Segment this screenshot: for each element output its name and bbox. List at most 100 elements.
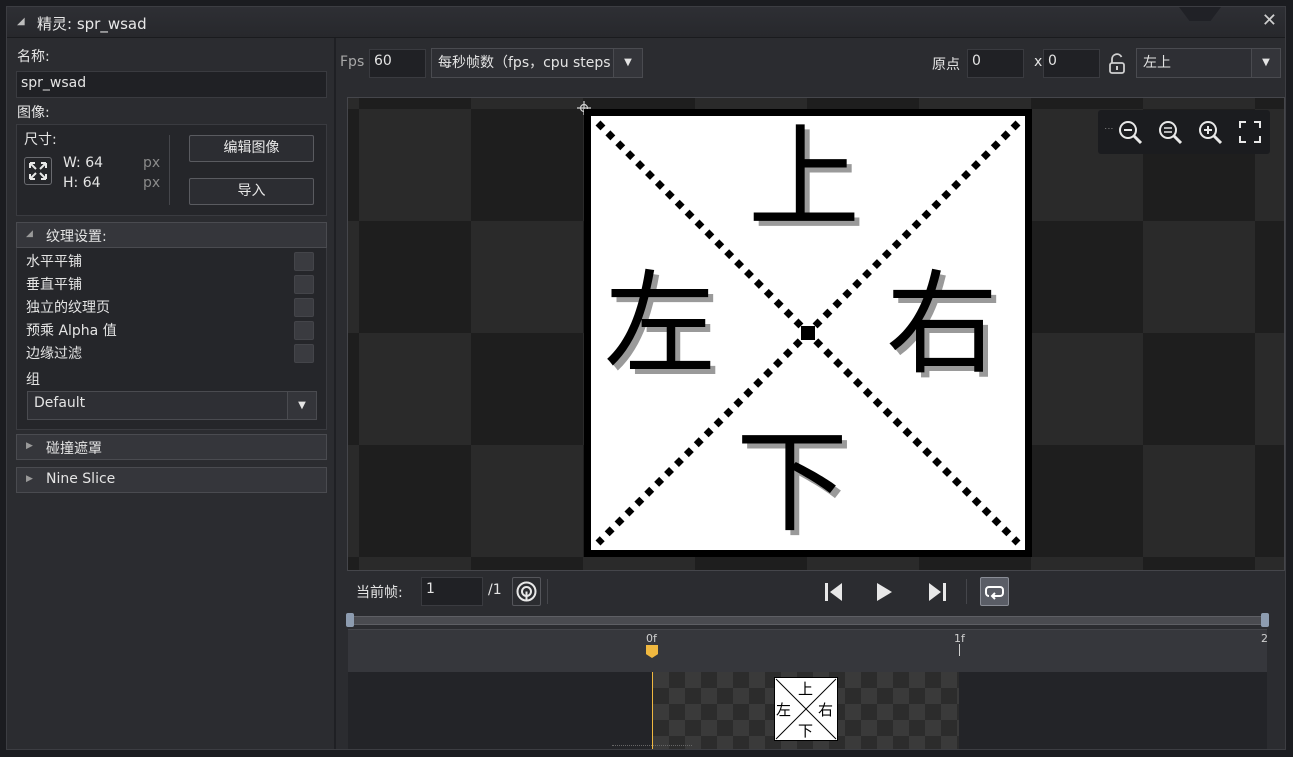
timeline-range-slider[interactable] — [346, 613, 1269, 627]
drag-handle-icon[interactable]: ⋮ — [1103, 124, 1113, 132]
playback-controls: 当前帧: 1 /1 — [339, 574, 1285, 610]
vertical-tile-checkbox[interactable] — [294, 275, 314, 294]
name-label: 名称: — [17, 49, 50, 65]
sprite-canvas[interactable]: 上 左 右 下 ⋮ — [347, 97, 1285, 571]
sprite-text-right: 右 — [886, 260, 998, 390]
timeline-ruler[interactable]: 0f 1f 2 — [348, 629, 1268, 672]
total-frames: /1 — [488, 582, 502, 598]
playhead-icon[interactable] — [646, 645, 658, 658]
origin-x-input[interactable]: 0 — [967, 49, 1024, 78]
group-dropdown[interactable]: Default ▼ — [27, 391, 317, 420]
option-label-horizontal-tile: 水平平铺 — [26, 254, 82, 270]
nine-slice-header[interactable]: ▶ Nine Slice — [16, 467, 327, 493]
unlock-icon[interactable] — [1107, 53, 1127, 75]
divider — [966, 579, 967, 604]
play-icon[interactable] — [872, 580, 896, 604]
sprite-text-bottom: 下 — [736, 418, 848, 548]
texture-settings-body: 水平平铺 垂直平铺 独立的纹理页 预乘 Alpha 值 边缘过滤 组 Defau… — [16, 248, 327, 430]
frame-cell[interactable]: 上 左 右 下 — [653, 672, 959, 749]
sprite-view-area: Fps 60 每秒帧数（fps，cpu steps ▼ 原点 0 x 0 左上 … — [339, 47, 1285, 749]
next-frame-icon[interactable] — [925, 580, 949, 604]
loop-toggle-button[interactable] — [980, 577, 1009, 606]
texture-settings-header[interactable]: ◢ 纹理设置: — [16, 222, 327, 248]
chevron-down-icon: ▼ — [287, 392, 316, 419]
sprite-text-top: 上 — [748, 114, 860, 244]
chevron-down-icon: ▼ — [613, 49, 642, 77]
onion-skin-icon — [516, 581, 537, 602]
premultiply-alpha-checkbox[interactable] — [294, 321, 314, 340]
close-icon[interactable]: ✕ — [1262, 10, 1277, 31]
range-end-handle[interactable] — [1261, 613, 1269, 627]
frame-thumbnail[interactable]: 上 左 右 下 — [774, 677, 838, 741]
loop-icon — [985, 586, 1004, 600]
size-label: 尺寸: — [24, 132, 57, 148]
panel-splitter[interactable] — [334, 38, 336, 749]
width-text: W: 64 — [63, 155, 104, 171]
origin-y-input[interactable]: 0 — [1043, 49, 1100, 78]
origin-label: 原点 — [932, 57, 960, 73]
option-label-vertical-tile: 垂直平铺 — [26, 277, 82, 293]
fit-screen-icon[interactable] — [1236, 118, 1264, 146]
title-notch — [1179, 7, 1221, 21]
collapse-triangle-icon[interactable]: ◢ — [17, 16, 25, 27]
nine-slice-label: Nine Slice — [46, 471, 116, 487]
frame-marker-2: 2 — [1261, 632, 1268, 645]
width-unit: px — [143, 155, 161, 171]
collapsed-triangle-icon: ▶ — [26, 474, 33, 484]
thumb-text-top: 上 — [798, 680, 814, 698]
sprite-text-left: 左 — [604, 260, 716, 390]
origin-preset-value: 左上 — [1143, 55, 1171, 71]
thumb-text-bottom: 下 — [798, 722, 814, 740]
collision-mask-header[interactable]: ▶ 碰撞遮罩 — [16, 434, 327, 460]
previous-frame-icon[interactable] — [822, 580, 846, 604]
height-text: H: 64 — [63, 175, 101, 191]
height-unit: px — [143, 175, 161, 191]
divider — [169, 135, 170, 205]
current-frame-input[interactable]: 1 — [421, 577, 483, 606]
properties-panel: 名称: spr_wsad 图像: 尺寸: W: 64 H: 64 px px 编… — [7, 38, 334, 749]
option-label-separate-texture-page: 独立的纹理页 — [26, 300, 110, 316]
horizontal-tile-checkbox[interactable] — [294, 252, 314, 271]
sprite-image: 上 左 右 下 — [584, 109, 1032, 557]
group-value: Default — [34, 395, 86, 411]
thumb-text-left: 左 — [776, 701, 792, 719]
expanded-triangle-icon: ◢ — [26, 229, 33, 239]
resize-icon[interactable] — [24, 157, 52, 185]
option-label-premultiply-alpha: 预乘 Alpha 值 — [26, 323, 117, 339]
origin-separator: x — [1034, 54, 1043, 70]
zoom-toolbar: ⋮ — [1098, 110, 1270, 154]
group-label: 组 — [26, 372, 40, 388]
separate-texture-page-checkbox[interactable] — [294, 298, 314, 317]
collapsed-triangle-icon: ▶ — [26, 441, 33, 451]
fps-input[interactable]: 60 — [369, 49, 426, 78]
edge-filtering-checkbox[interactable] — [294, 344, 314, 363]
image-size-box: 尺寸: W: 64 H: 64 px px 编辑图像 导入 — [16, 124, 327, 216]
option-label-edge-filtering: 边缘过滤 — [26, 346, 82, 362]
thumb-text-right: 右 — [818, 701, 834, 719]
image-label: 图像: — [17, 105, 50, 121]
range-start-handle[interactable] — [346, 613, 354, 627]
origin-preset-dropdown[interactable]: 左上 ▼ — [1136, 48, 1281, 78]
import-button[interactable]: 导入 — [189, 178, 314, 205]
window-title: 精灵: spr_wsad — [37, 15, 147, 33]
frame-tick — [959, 644, 960, 656]
edit-image-button[interactable]: 编辑图像 — [189, 135, 314, 162]
collision-mask-label: 碰撞遮罩 — [46, 441, 102, 457]
sprite-editor-window: ◢ 精灵: spr_wsad ✕ 名称: spr_wsad 图像: 尺寸: W:… — [6, 6, 1286, 750]
onion-skin-button[interactable] — [512, 577, 541, 606]
fps-mode-dropdown[interactable]: 每秒帧数（fps，cpu steps ▼ — [431, 48, 643, 78]
current-frame-label: 当前帧: — [356, 585, 403, 601]
name-input[interactable]: spr_wsad — [16, 71, 327, 98]
fps-mode-value: 每秒帧数（fps，cpu steps — [438, 55, 611, 71]
divider — [547, 579, 548, 604]
bottom-resize-grip[interactable] — [612, 745, 692, 749]
chevron-down-icon: ▼ — [1251, 49, 1280, 77]
frame-marker-0: 0f — [646, 632, 657, 645]
texture-settings-label: 纹理设置: — [46, 229, 107, 245]
frame-track: 上 左 右 下 — [348, 672, 1267, 749]
zoom-in-icon[interactable] — [1196, 118, 1224, 146]
zoom-out-icon[interactable] — [1116, 118, 1144, 146]
fps-label: Fps — [340, 54, 365, 70]
title-bar[interactable]: ◢ 精灵: spr_wsad ✕ — [7, 7, 1285, 38]
zoom-reset-icon[interactable] — [1156, 118, 1184, 146]
